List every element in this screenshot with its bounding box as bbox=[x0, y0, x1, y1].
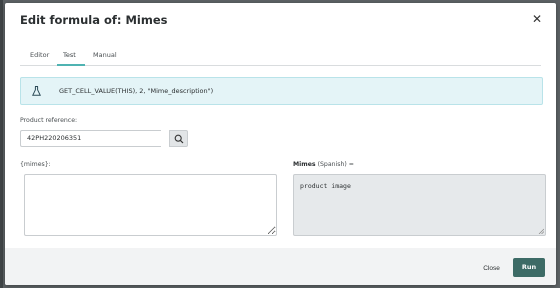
dialog-footer bbox=[5, 248, 556, 285]
mimes-textarea[interactable] bbox=[24, 174, 277, 236]
mimes-field-label: {mimes}: bbox=[20, 161, 51, 168]
tab-editor[interactable]: Editor bbox=[30, 51, 49, 59]
output-value: product image bbox=[300, 182, 351, 190]
product-reference-input[interactable] bbox=[20, 130, 161, 147]
output-label-language: (Spanish) = bbox=[315, 161, 354, 168]
edit-formula-dialog: Edit formula of: Mimes ✕ Editor Test Man… bbox=[5, 3, 556, 285]
output-label: Mimes (Spanish) = bbox=[293, 161, 354, 168]
formula-text: GET_CELL_VALUE(THIS), 2, "Mime_descripti… bbox=[59, 87, 214, 95]
close-icon[interactable]: ✕ bbox=[532, 12, 542, 26]
output-label-field: Mimes bbox=[293, 161, 316, 168]
product-reference-label: Product reference: bbox=[20, 117, 78, 124]
search-button[interactable] bbox=[169, 130, 188, 147]
output-result-box: product image bbox=[293, 174, 546, 236]
tab-bar: Editor Test Manual bbox=[20, 48, 541, 66]
formula-preview: GET_CELL_VALUE(THIS), 2, "Mime_descripti… bbox=[20, 77, 543, 105]
flask-icon bbox=[32, 86, 41, 96]
tab-test[interactable]: Test bbox=[63, 51, 76, 59]
tab-manual[interactable]: Manual bbox=[93, 51, 117, 59]
run-button[interactable]: Run bbox=[513, 258, 545, 277]
dialog-header: Edit formula of: Mimes ✕ bbox=[5, 3, 556, 37]
backdrop bbox=[0, 0, 3, 288]
resize-grip-icon[interactable] bbox=[538, 228, 544, 234]
active-tab-indicator bbox=[57, 64, 85, 66]
dialog-title: Edit formula of: Mimes bbox=[20, 13, 168, 27]
close-button[interactable]: Close bbox=[475, 261, 508, 275]
search-icon bbox=[174, 134, 184, 144]
